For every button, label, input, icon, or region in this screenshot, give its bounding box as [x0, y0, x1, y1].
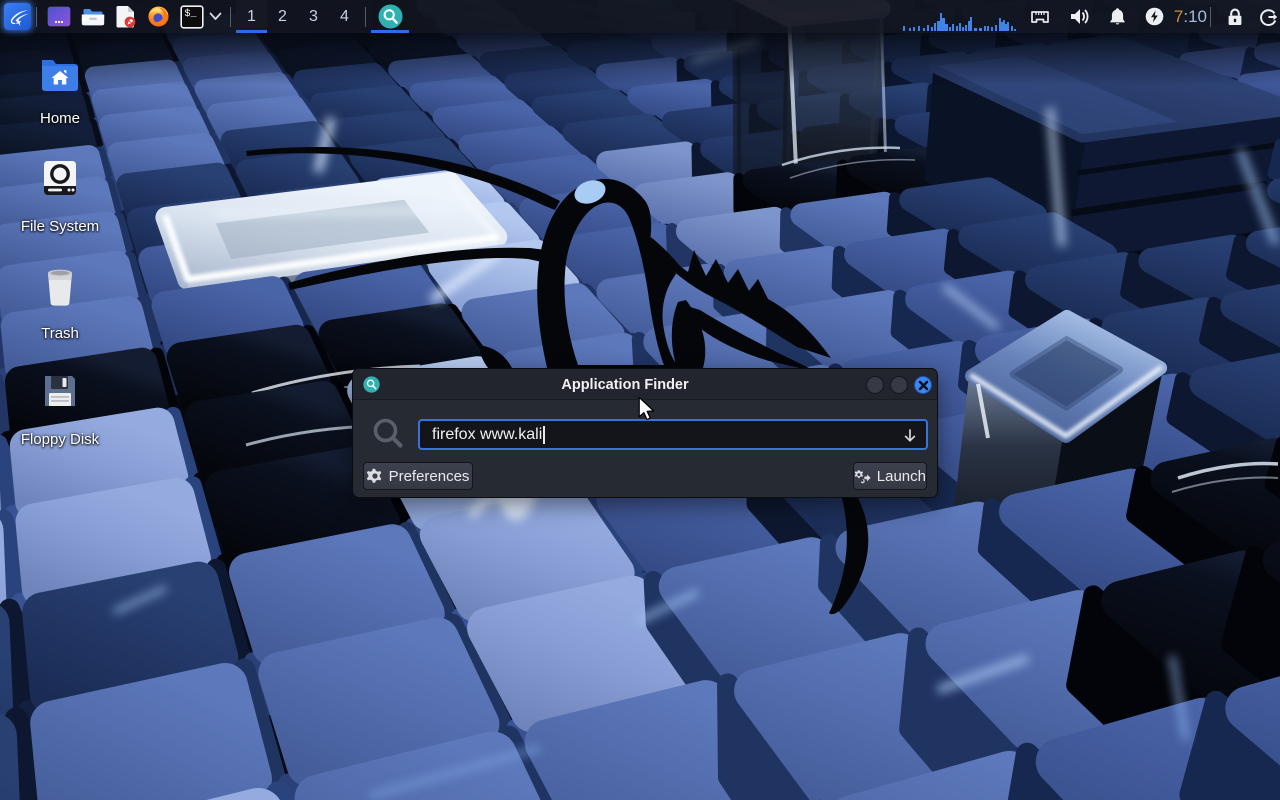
svg-text:$_: $_ [185, 8, 198, 20]
